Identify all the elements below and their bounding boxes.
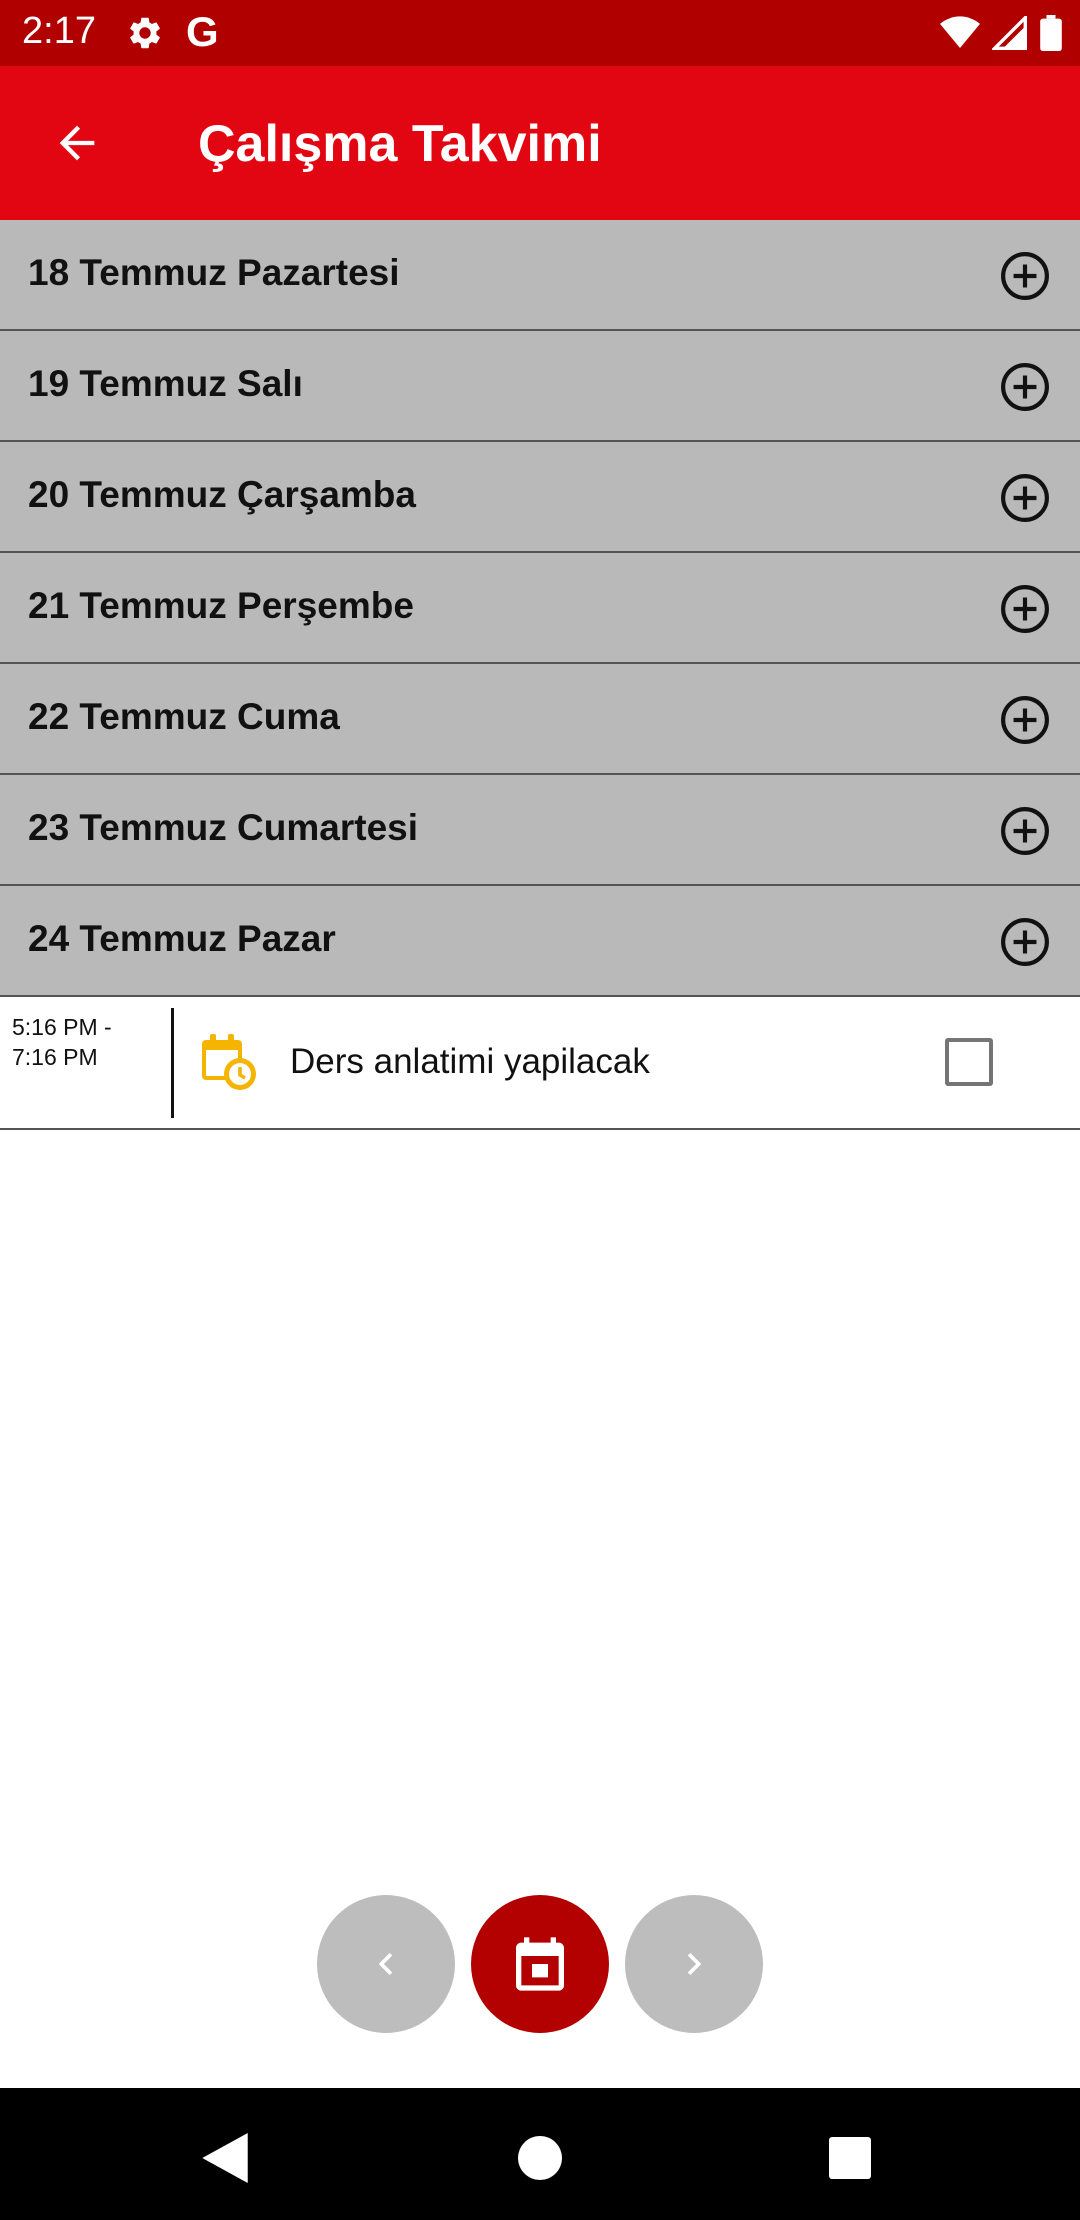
- event-title: Ders anlatimi yapilacak: [290, 1042, 650, 1081]
- nav-recents-icon: [829, 2137, 871, 2179]
- day-row[interactable]: 19 Temmuz Salı: [0, 331, 1080, 442]
- add-circle-icon[interactable]: [1000, 695, 1050, 745]
- page-title: Çalışma Takvimi: [198, 115, 602, 173]
- nav-recents-button[interactable]: [820, 2128, 880, 2188]
- event-time-range: 5:16 PM - 7:16 PM: [12, 1014, 112, 1070]
- day-row[interactable]: 24 Temmuz Pazar: [0, 886, 1080, 997]
- nav-home-button[interactable]: [510, 2128, 570, 2188]
- day-row[interactable]: 20 Temmuz Çarşamba: [0, 442, 1080, 553]
- chevron-left-icon: [378, 1953, 393, 1975]
- status-bar: 2:17 G: [0, 0, 1080, 66]
- arrow-back-icon: [59, 125, 95, 161]
- battery-icon: [1040, 15, 1062, 51]
- app-bar: Çalışma Takvimi: [0, 66, 1080, 220]
- event-divider: [171, 1008, 174, 1118]
- day-label: 23 Temmuz Cumartesi: [28, 807, 418, 848]
- google-g-icon: G: [186, 8, 219, 55]
- calendar-clock-icon: [202, 1034, 256, 1090]
- event-item[interactable]: 5:16 PM - 7:16 PM Ders anlatimi yapilaca…: [0, 998, 1080, 1130]
- event-checkbox[interactable]: [945, 1038, 993, 1086]
- day-row[interactable]: 18 Temmuz Pazartesi: [0, 220, 1080, 331]
- day-label: 20 Temmuz Çarşamba: [28, 474, 416, 515]
- nav-home-icon: [518, 2136, 562, 2180]
- day-row[interactable]: 21 Temmuz Perşembe: [0, 553, 1080, 664]
- next-week-button[interactable]: [625, 1895, 763, 2033]
- status-time: 2:17: [22, 10, 96, 52]
- day-label: 18 Temmuz Pazartesi: [28, 252, 400, 293]
- signal-icon: [992, 16, 1027, 50]
- today-calendar-button[interactable]: [471, 1895, 609, 2033]
- wifi-icon: [940, 16, 980, 48]
- settings-icon: [130, 17, 160, 49]
- add-circle-icon[interactable]: [1000, 806, 1050, 856]
- add-circle-icon[interactable]: [1000, 917, 1050, 967]
- chevron-right-icon: [687, 1953, 702, 1975]
- day-label: 24 Temmuz Pazar: [28, 918, 336, 959]
- back-button[interactable]: [40, 106, 114, 180]
- add-circle-icon[interactable]: [1000, 584, 1050, 634]
- day-row[interactable]: 23 Temmuz Cumartesi: [0, 775, 1080, 886]
- status-right-icons: [940, 14, 1062, 52]
- day-row[interactable]: 22 Temmuz Cuma: [0, 664, 1080, 775]
- day-label: 22 Temmuz Cuma: [28, 696, 340, 737]
- add-circle-icon[interactable]: [1000, 251, 1050, 301]
- day-label: 21 Temmuz Perşembe: [28, 585, 414, 626]
- day-label: 19 Temmuz Salı: [28, 363, 303, 404]
- nav-back-icon: [202, 2133, 248, 2183]
- previous-week-button[interactable]: [317, 1895, 455, 2033]
- calendar-today-icon: [516, 1937, 564, 1991]
- add-circle-icon[interactable]: [1000, 362, 1050, 412]
- system-nav-bar: [0, 2088, 1080, 2220]
- add-circle-icon[interactable]: [1000, 473, 1050, 523]
- nav-back-button[interactable]: [195, 2128, 255, 2188]
- day-list: 18 Temmuz Pazartesi 19 Temmuz Salı 20 Te…: [0, 220, 1080, 997]
